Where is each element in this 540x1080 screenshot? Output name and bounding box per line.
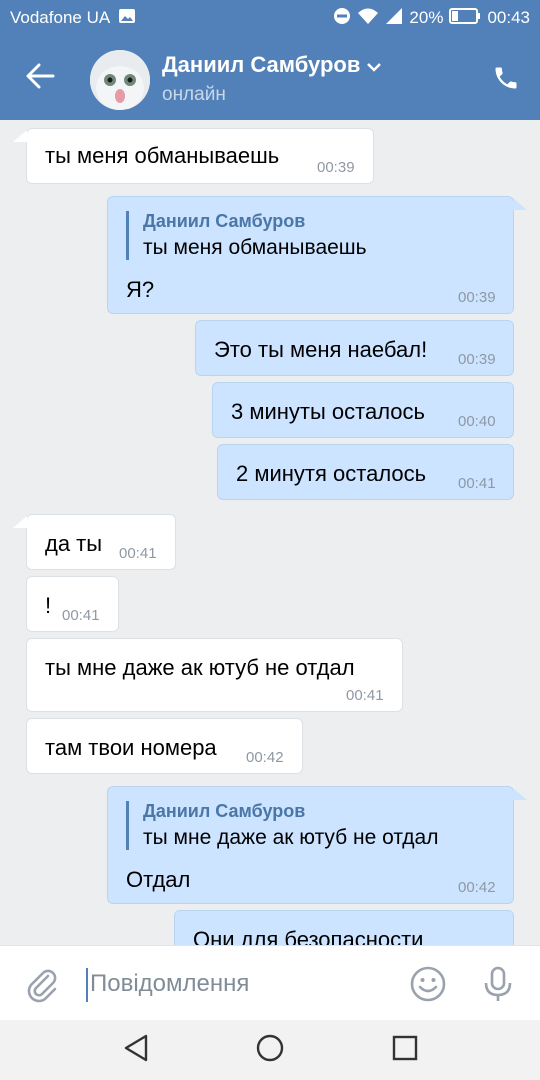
message-text: 3 минуты осталось	[231, 399, 425, 424]
message-outgoing[interactable]: 2 минутя осталось 00:41	[217, 444, 514, 500]
back-button[interactable]	[20, 60, 60, 96]
contact-name: Даниил Самбуров	[162, 52, 361, 77]
status-bar: Vodafone UA 20% 00:43	[0, 0, 540, 36]
battery-icon	[449, 7, 481, 29]
circle-home-icon	[255, 1033, 285, 1068]
image-icon	[118, 8, 136, 29]
reply-text: ты меня обманываешь	[143, 236, 367, 259]
text-cursor	[86, 968, 88, 1002]
app-header: Vodafone UA 20% 00:43 Даниил Самбуров он…	[0, 0, 540, 120]
message-text: Я?	[126, 277, 155, 302]
message-text: Они для безопасности	[193, 927, 424, 945]
message-time: 00:41	[346, 687, 384, 704]
wifi-icon	[357, 7, 379, 30]
signal-icon	[385, 7, 403, 30]
bubble-tail	[13, 516, 27, 528]
message-composer	[0, 945, 540, 1020]
chevron-down-icon	[366, 52, 382, 78]
message-outgoing[interactable]: Даниил Самбуров ты меня обманываешь Я? 0…	[107, 196, 514, 314]
message-time: 00:41	[119, 545, 157, 562]
nav-home-button[interactable]	[250, 1032, 290, 1068]
message-text: Это ты меня наебал!	[214, 337, 428, 362]
arrow-left-icon	[25, 63, 55, 94]
bubble-tail	[513, 198, 527, 210]
system-nav-bar	[0, 1020, 540, 1080]
contact-status: онлайн	[162, 84, 226, 105]
reply-text: ты мне даже ак ютуб не отдал	[143, 826, 439, 849]
message-time: 00:39	[458, 289, 496, 306]
smile-icon	[408, 966, 448, 1008]
message-incoming[interactable]: ты меня обманываешь 00:39	[26, 128, 374, 184]
message-incoming[interactable]: ты мне даже ак ютуб не отдал 00:41	[26, 638, 403, 712]
phone-icon	[492, 64, 520, 97]
clock: 00:43	[487, 8, 530, 27]
bubble-tail	[513, 788, 527, 800]
message-incoming[interactable]: там твои номера 00:42	[26, 718, 303, 774]
message-text: ты мне даже ак ютуб не отдал	[45, 655, 355, 680]
microphone-icon	[478, 966, 518, 1008]
carrier-name: Vodafone UA	[10, 8, 111, 27]
message-time: 00:40	[458, 413, 496, 430]
emoji-button[interactable]	[408, 964, 448, 1004]
message-text: Отдал	[126, 867, 191, 892]
message-incoming[interactable]: ! 00:41	[26, 576, 119, 632]
reply-author: Даниил Самбуров	[143, 801, 306, 821]
message-time: 00:39	[458, 351, 496, 368]
message-text: !	[45, 593, 52, 618]
nav-recent-button[interactable]	[385, 1032, 425, 1068]
message-time: 00:41	[458, 475, 496, 492]
message-outgoing[interactable]: Даниил Самбуров ты мне даже ак ютуб не о…	[107, 786, 514, 904]
chat-toolbar: Даниил Самбуров онлайн	[0, 36, 540, 120]
voice-record-button[interactable]	[478, 964, 518, 1004]
reply-author: Даниил Самбуров	[143, 211, 306, 231]
message-time: 00:42	[458, 879, 496, 896]
message-text: да ты	[45, 531, 103, 556]
reply-quote[interactable]: Даниил Самбуров ты мне даже ак ютуб не о…	[126, 801, 438, 850]
message-time: 00:42	[246, 749, 284, 766]
battery-percent: 20%	[409, 8, 444, 27]
message-outgoing[interactable]: 3 минуты осталось 00:40	[212, 382, 514, 438]
message-time: 00:39	[317, 159, 355, 176]
avatar[interactable]	[90, 50, 150, 110]
square-recent-icon	[391, 1034, 419, 1067]
message-text: 2 минутя осталось	[236, 461, 427, 486]
message-text: там твои номера	[45, 735, 217, 760]
message-incoming[interactable]: да ты 00:41	[26, 514, 176, 570]
dnd-icon	[333, 7, 351, 30]
nav-back-button[interactable]	[116, 1032, 156, 1068]
reply-quote[interactable]: Даниил Самбуров ты меня обманываешь	[126, 211, 367, 260]
message-outgoing[interactable]: Они для безопасности	[174, 910, 514, 945]
message-list[interactable]: ты меня обманываешь 00:39 Даниил Самбуро…	[0, 120, 540, 945]
call-button[interactable]	[486, 60, 526, 100]
message-input[interactable]	[90, 964, 390, 1004]
message-text: ты меня обманываешь	[45, 143, 280, 168]
attach-button[interactable]	[22, 964, 62, 1004]
triangle-back-icon	[122, 1033, 150, 1068]
message-outgoing[interactable]: Это ты меня наебал! 00:39	[195, 320, 514, 376]
bubble-tail	[13, 130, 27, 142]
contact-name-dropdown[interactable]: Даниил Самбуров	[162, 52, 382, 78]
message-time: 00:41	[62, 607, 100, 624]
paperclip-icon	[22, 969, 62, 1008]
